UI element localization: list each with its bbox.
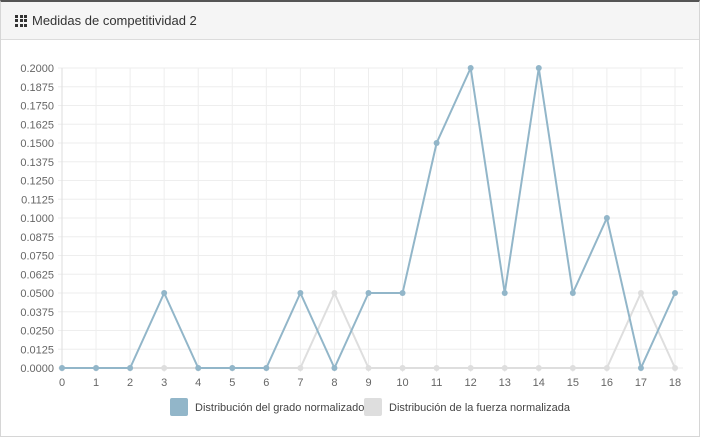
series-1-point bbox=[637, 290, 644, 296]
series-0-point bbox=[467, 65, 474, 71]
y-tick-label: 0.1875 bbox=[20, 82, 54, 94]
series-0-point bbox=[331, 365, 338, 371]
series-1-point bbox=[297, 365, 304, 371]
y-tick-label: 0.0375 bbox=[20, 307, 54, 319]
series-1-point bbox=[672, 365, 678, 371]
legend-label: Distribución de la fuerza normalizada bbox=[389, 402, 571, 414]
y-tick-label: 0.0625 bbox=[20, 269, 54, 281]
y-tick-label: 0.0875 bbox=[20, 232, 54, 244]
series-0-point bbox=[535, 65, 542, 71]
series-1-point bbox=[365, 365, 372, 371]
series-1-point bbox=[569, 365, 576, 371]
x-tick-label: 1 bbox=[93, 377, 99, 389]
series-1-point bbox=[433, 365, 440, 371]
x-tick-label: 0 bbox=[59, 377, 65, 389]
series-0-point bbox=[297, 290, 304, 296]
x-tick-label: 6 bbox=[263, 377, 269, 389]
series-0-point bbox=[399, 290, 406, 296]
x-tick-label: 10 bbox=[396, 377, 408, 389]
series-0-point bbox=[229, 365, 236, 371]
series-0-point bbox=[569, 290, 576, 296]
y-tick-label: 0.1750 bbox=[20, 101, 54, 113]
series-0-point bbox=[59, 365, 65, 371]
x-tick-label: 13 bbox=[499, 377, 511, 389]
series-1-point bbox=[467, 365, 474, 371]
series-0-point bbox=[263, 365, 270, 371]
y-tick-label: 0.0125 bbox=[20, 344, 54, 356]
x-tick-label: 18 bbox=[669, 377, 681, 389]
x-tick-label: 14 bbox=[533, 377, 545, 389]
x-tick-label: 8 bbox=[331, 377, 337, 389]
y-tick-label: 0.0500 bbox=[20, 288, 54, 300]
x-tick-label: 3 bbox=[161, 377, 167, 389]
x-tick-label: 7 bbox=[297, 377, 303, 389]
series-0-point bbox=[93, 365, 100, 371]
series-0-point bbox=[501, 290, 508, 296]
y-tick-label: 0.1375 bbox=[20, 157, 54, 169]
y-tick-label: 0.2000 bbox=[20, 63, 54, 75]
series-1-point bbox=[501, 365, 508, 371]
series-0-point bbox=[433, 140, 440, 146]
series-1-point bbox=[535, 365, 542, 371]
series-0-point bbox=[195, 365, 202, 371]
x-tick-label: 9 bbox=[365, 377, 371, 389]
series-0-point bbox=[365, 290, 372, 296]
line-chart: 0.0000 0.0125 0.0250 0.0375 0.0500 0.0625 0.07… bbox=[20, 63, 683, 416]
y-tick-label: 0.1625 bbox=[20, 119, 54, 131]
y-tick-label: 0.1250 bbox=[20, 176, 54, 188]
y-tick-label: 0.1125 bbox=[21, 194, 54, 206]
legend-swatch bbox=[364, 398, 382, 416]
x-tick-label: 4 bbox=[195, 377, 201, 389]
series-1-point bbox=[399, 365, 406, 371]
y-tick-label: 0.0250 bbox=[20, 326, 54, 338]
series-1-point bbox=[603, 365, 610, 371]
x-tick-label: 5 bbox=[229, 377, 235, 389]
x-tick-label: 16 bbox=[601, 377, 613, 389]
x-tick-label: 15 bbox=[567, 377, 579, 389]
series-0-point bbox=[161, 290, 168, 296]
x-tick-label: 12 bbox=[465, 377, 477, 389]
x-tick-label: 2 bbox=[127, 377, 133, 389]
x-tick-label: 17 bbox=[635, 377, 647, 389]
x-tick-label: 11 bbox=[431, 377, 442, 389]
series-0-point bbox=[672, 290, 678, 296]
series-0-point bbox=[637, 365, 644, 371]
series-0-point bbox=[127, 365, 134, 371]
legend-label: Distribución del grado normalizado bbox=[195, 402, 364, 414]
series-0-point bbox=[603, 215, 610, 221]
series-1-point bbox=[331, 290, 338, 296]
y-tick-label: 0.0750 bbox=[20, 251, 54, 263]
y-tick-label: 0.1500 bbox=[20, 138, 54, 150]
y-tick-label: 0.1000 bbox=[20, 213, 54, 225]
legend-swatch bbox=[170, 398, 188, 416]
y-tick-label: 0.0000 bbox=[20, 363, 54, 375]
series-1-point bbox=[161, 365, 168, 371]
